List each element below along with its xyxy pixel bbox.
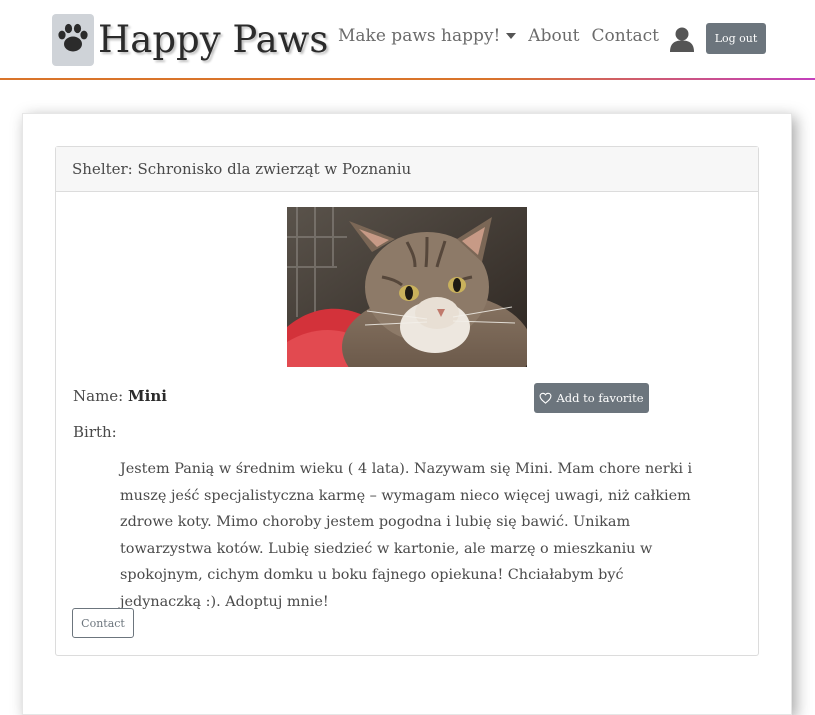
- pet-birth-row: Birth:: [73, 423, 117, 441]
- pet-name-row: Name: Mini: [73, 387, 167, 405]
- nav-dropdown-label: Make paws happy!: [338, 26, 501, 46]
- birth-label: Birth:: [73, 423, 117, 441]
- pet-name-value: Mini: [128, 387, 167, 405]
- caret-down-icon: [506, 33, 517, 39]
- nav-link-contact[interactable]: Contact: [591, 26, 659, 46]
- paw-icon: [52, 14, 94, 66]
- add-to-favorite-label: Add to favorite: [556, 391, 644, 405]
- add-to-favorite-button[interactable]: Add to favorite: [534, 383, 649, 413]
- nav-links: Make paws happy! About Contact: [338, 26, 659, 46]
- brand-name: Happy Paws: [98, 18, 329, 61]
- pet-description: Jestem Panią w średnim wieku ( 4 lata). …: [120, 461, 693, 610]
- nav-dropdown-make-paws-happy[interactable]: Make paws happy!: [338, 26, 517, 46]
- name-label: Name:: [73, 387, 124, 405]
- navbar-divider: [0, 78, 815, 80]
- contact-button[interactable]: Contact: [72, 608, 134, 638]
- user-icon[interactable]: [669, 26, 695, 52]
- shelter-header: Shelter: Schronisko dla zwierząt w Pozna…: [56, 147, 758, 192]
- logout-button[interactable]: Log out: [706, 23, 766, 54]
- heart-icon: [540, 392, 552, 404]
- brand-link[interactable]: Happy Paws: [52, 14, 328, 66]
- navbar: Happy Paws Make paws happy! About Contac…: [0, 0, 815, 78]
- pet-photo: [287, 207, 527, 367]
- nav-link-about[interactable]: About: [528, 26, 579, 46]
